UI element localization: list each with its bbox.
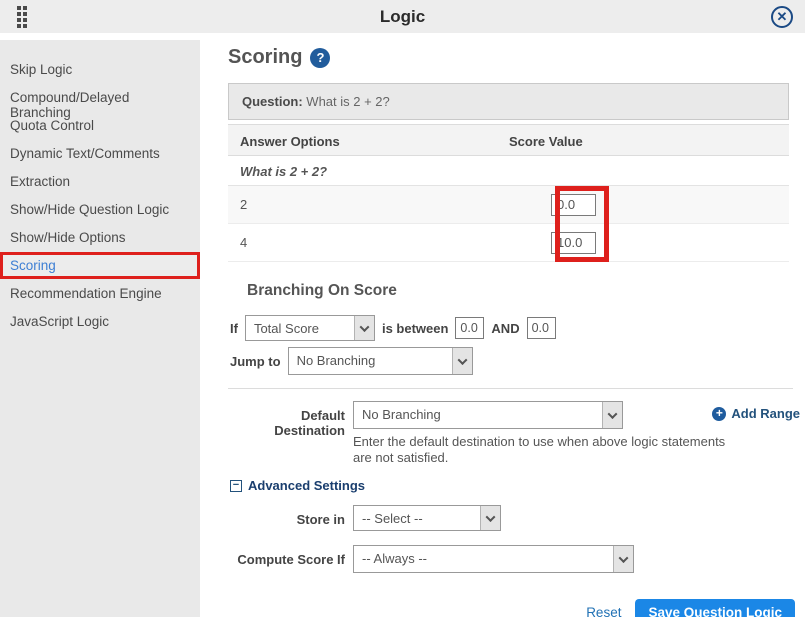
if-label: If	[230, 321, 238, 336]
default-destination-help-text: Enter the default destination to use whe…	[353, 434, 733, 466]
chevron-down-icon	[480, 506, 500, 530]
score-condition-row: If Total Score is between AND	[230, 315, 789, 341]
footer-actions: Reset Save Question Logic	[228, 599, 795, 617]
default-destination-label: Default Destination	[228, 401, 345, 466]
compute-score-if-select[interactable]: -- Always --	[353, 545, 634, 573]
question-group-row: What is 2 + 2?	[228, 156, 789, 186]
store-in-select[interactable]: -- Select --	[353, 505, 501, 531]
advanced-settings-toggle[interactable]: − Advanced Settings	[230, 478, 789, 493]
and-label: AND	[491, 321, 519, 336]
range-min-input[interactable]	[455, 317, 484, 339]
store-in-row: Store in -- Select --	[228, 505, 789, 531]
chevron-down-icon	[613, 546, 633, 572]
is-between-label: is between	[382, 321, 448, 336]
table-row: 4	[228, 224, 789, 262]
page-title: Scoring	[228, 46, 302, 69]
sidebar-item-show-hide-question-logic[interactable]: Show/Hide Question Logic	[0, 196, 200, 223]
question-label: Question:	[242, 94, 303, 109]
score-value-input[interactable]	[551, 194, 596, 216]
sidebar-item-javascript-logic[interactable]: JavaScript Logic	[0, 308, 200, 335]
titlebar-divider	[0, 33, 805, 40]
question-text: What is 2 + 2?	[306, 94, 389, 109]
score-table: Answer Options Score Value What is 2 + 2…	[228, 124, 789, 262]
close-icon[interactable]: ✕	[771, 6, 793, 28]
range-max-input[interactable]	[527, 317, 556, 339]
logic-sidebar: Skip Logic Compound/Delayed Branching Qu…	[0, 40, 200, 617]
compute-score-row: Compute Score If -- Always --	[228, 545, 789, 573]
sidebar-item-extraction[interactable]: Extraction	[0, 168, 200, 195]
sidebar-item-recommendation-engine[interactable]: Recommendation Engine	[0, 280, 200, 307]
add-range-link[interactable]: + Add Range	[712, 406, 800, 421]
branching-on-score-heading: Branching On Score	[247, 282, 789, 300]
default-destination-row: Default Destination No Branching Enter t…	[228, 401, 800, 466]
score-metric-select[interactable]: Total Score	[245, 315, 375, 341]
answer-option-label: 4	[240, 235, 247, 250]
answer-option-label: 2	[240, 197, 247, 212]
store-in-label: Store in	[228, 505, 345, 531]
sidebar-item-show-hide-options[interactable]: Show/Hide Options	[0, 224, 200, 251]
minus-square-icon: −	[230, 480, 242, 492]
compute-score-if-label: Compute Score If	[228, 545, 345, 573]
scoring-panel: Scoring ? Question: What is 2 + 2? Answe…	[200, 40, 805, 617]
chevron-down-icon	[452, 348, 472, 374]
sidebar-item-dynamic-text-comments[interactable]: Dynamic Text/Comments	[0, 140, 200, 167]
section-divider	[228, 388, 793, 389]
reset-link[interactable]: Reset	[586, 605, 621, 617]
answer-options-header: Answer Options	[240, 134, 340, 146]
jump-to-row: Jump to No Branching	[230, 347, 789, 375]
dialog-titlebar: Logic ✕	[0, 0, 805, 33]
sidebar-item-compound-delayed-branching[interactable]: Compound/Delayed Branching	[0, 84, 200, 111]
score-value-input[interactable]	[551, 232, 596, 254]
question-box: Question: What is 2 + 2?	[228, 83, 789, 120]
plus-circle-icon: +	[712, 407, 726, 421]
help-icon[interactable]: ?	[310, 48, 330, 68]
chevron-down-icon	[602, 402, 622, 428]
sidebar-item-skip-logic[interactable]: Skip Logic	[0, 56, 200, 83]
table-row: 2	[228, 186, 789, 224]
save-question-logic-button[interactable]: Save Question Logic	[635, 599, 795, 617]
default-destination-select[interactable]: No Branching	[353, 401, 623, 429]
jump-to-select[interactable]: No Branching	[288, 347, 473, 375]
table-header-row: Answer Options Score Value	[228, 124, 789, 156]
chevron-down-icon	[354, 316, 374, 340]
dialog-title: Logic	[0, 7, 805, 27]
jump-to-label: Jump to	[230, 354, 281, 369]
sidebar-item-scoring[interactable]: Scoring	[0, 252, 200, 279]
score-value-header: Score Value	[509, 134, 777, 146]
